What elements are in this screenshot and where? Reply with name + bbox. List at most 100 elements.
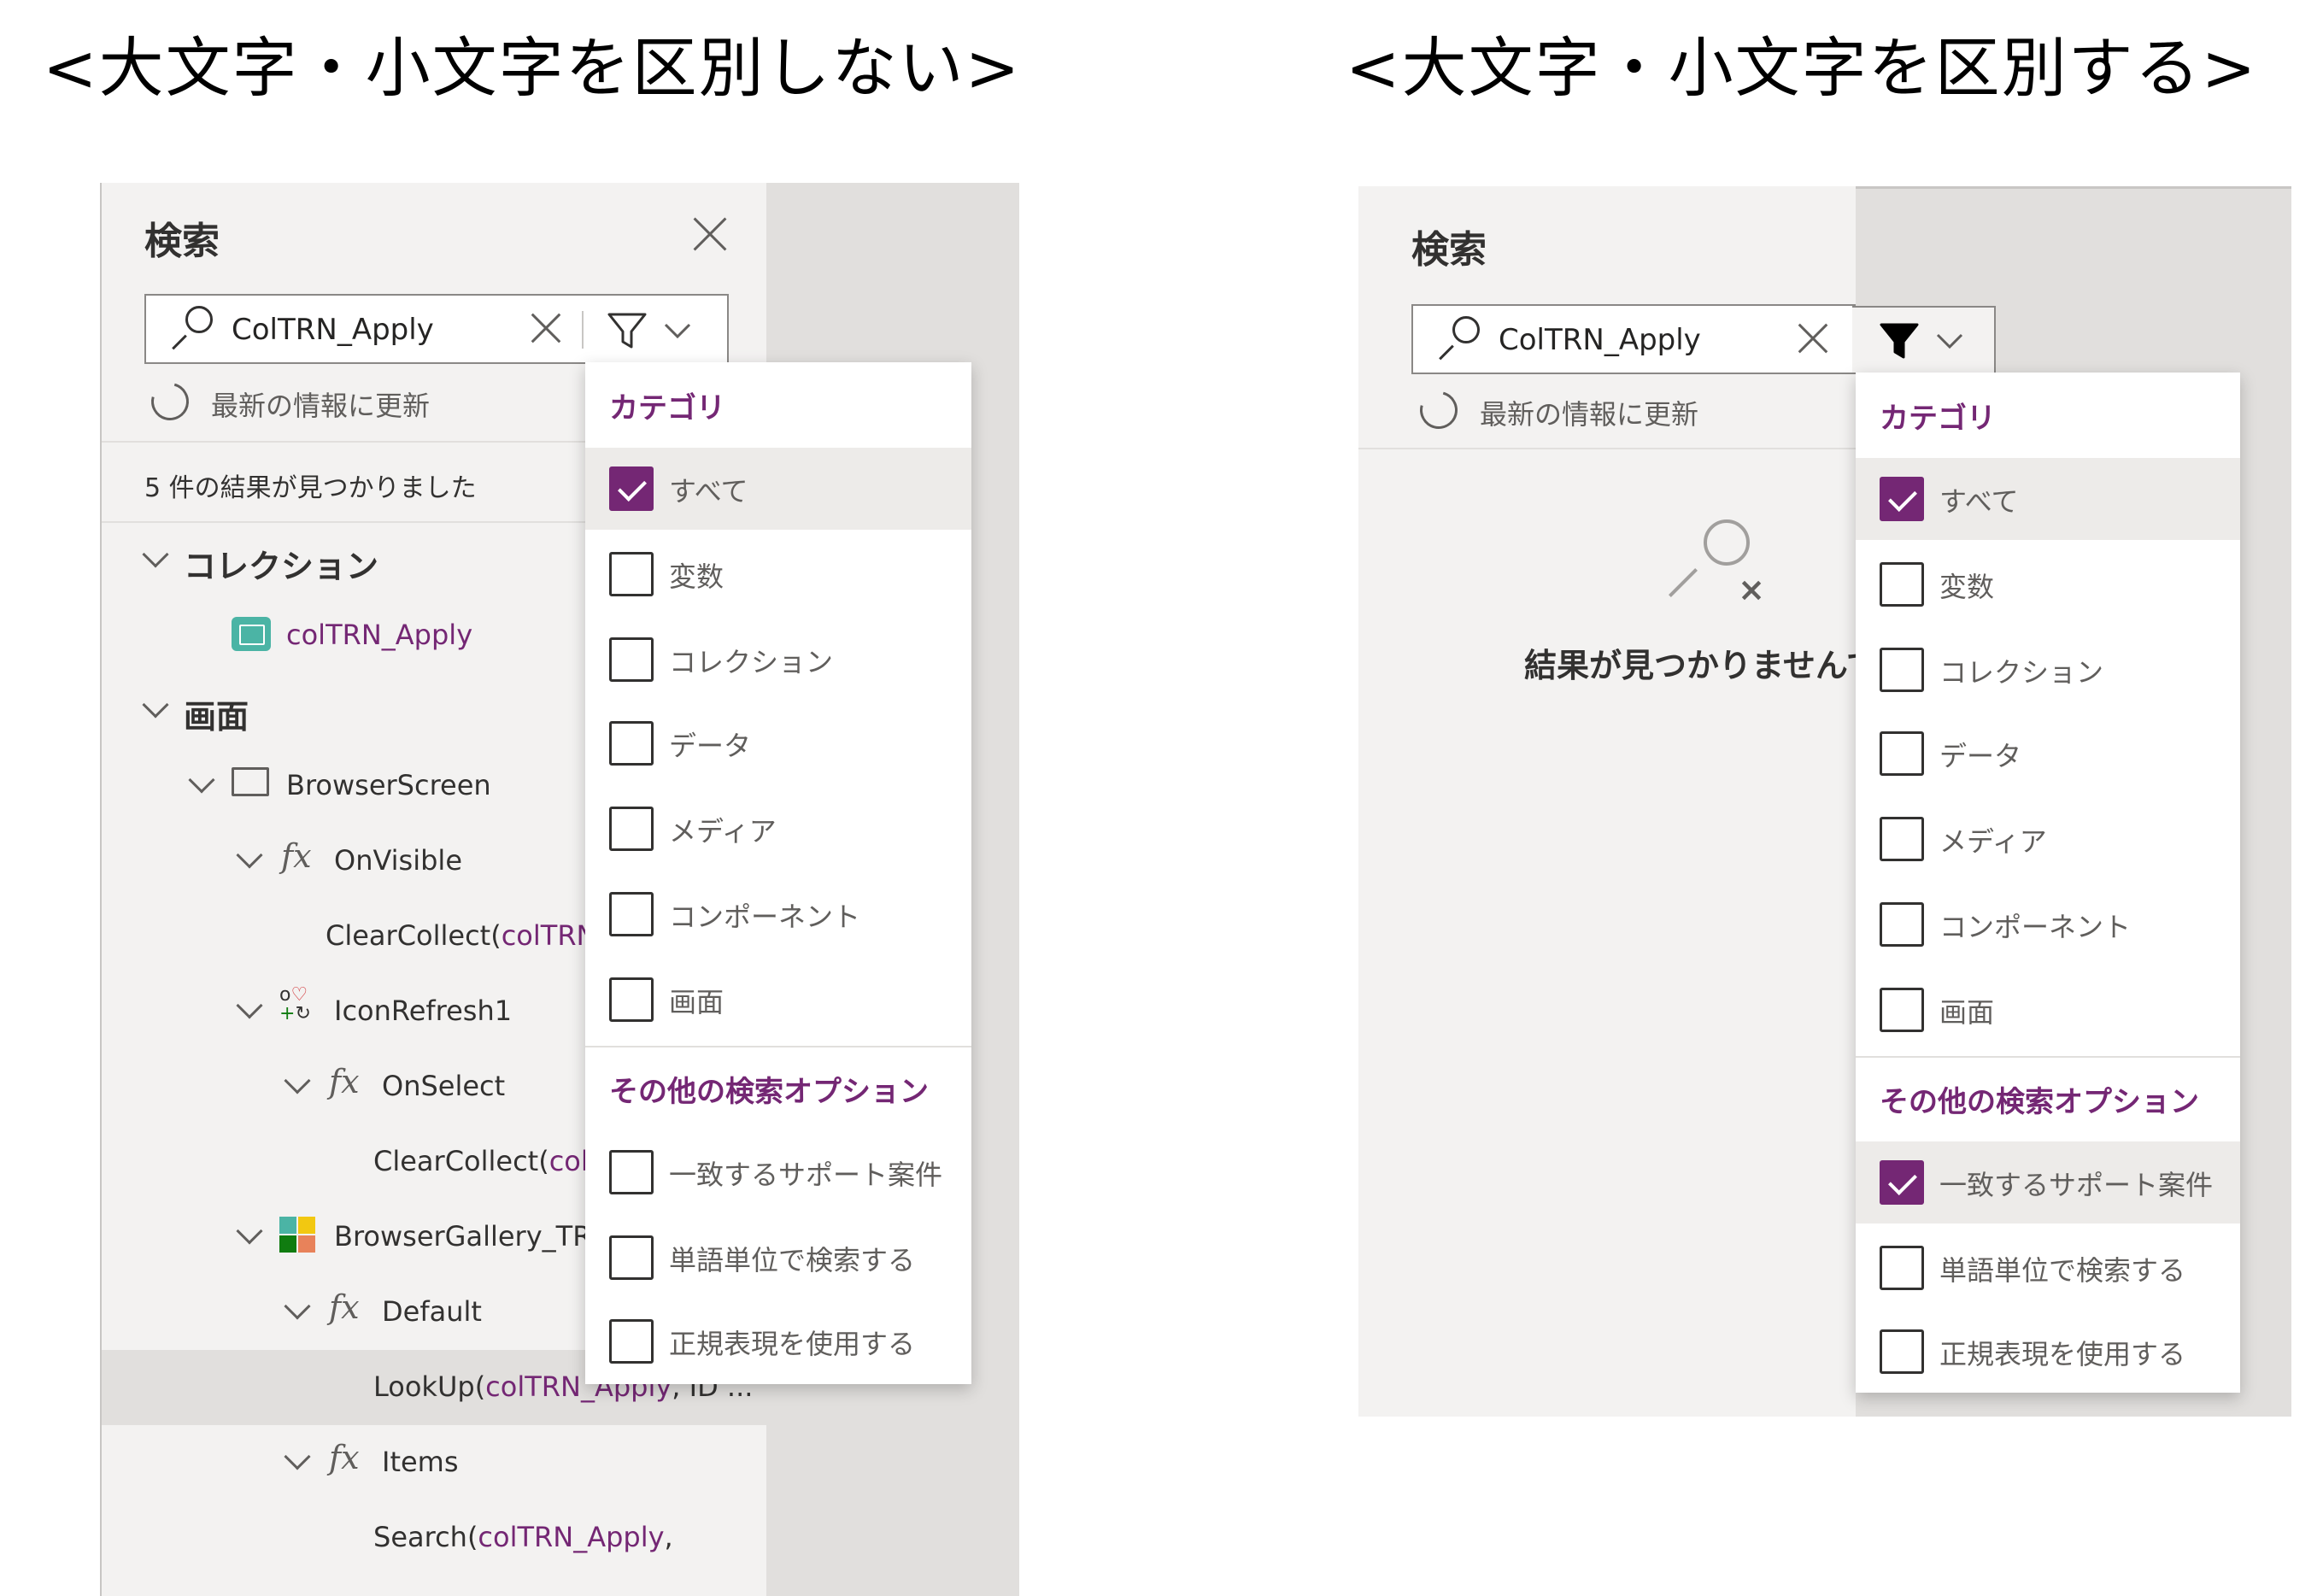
- option-label: データ: [1939, 740, 2022, 772]
- option-match-case[interactable]: 一致するサポート案件: [585, 1131, 971, 1213]
- formula-text: LookUp(: [373, 1370, 486, 1403]
- chevron-down-icon: [236, 842, 263, 869]
- formula-text: ClearCollect(: [326, 919, 502, 952]
- divider: [1856, 1056, 2240, 1058]
- checkbox[interactable]: [609, 552, 654, 596]
- category-header: カテゴリ: [1880, 402, 1996, 436]
- divider: [585, 1046, 971, 1047]
- fx-icon: fx: [329, 1063, 360, 1100]
- filter-option-all[interactable]: すべて: [1856, 458, 2240, 540]
- option-match-case[interactable]: 一致するサポート案件: [1856, 1141, 2240, 1223]
- fx-icon: fx: [329, 1439, 360, 1476]
- tree-label: colTRN_Apply: [286, 619, 473, 651]
- tree-label: BrowserScreen: [286, 769, 491, 801]
- formula-text: ClearCollect(: [373, 1145, 549, 1177]
- refresh-label: 最新の情報に更新: [211, 390, 431, 422]
- filter-option-variables[interactable]: 変数: [1856, 543, 2240, 625]
- search-input[interactable]: ColTRN_Apply: [144, 294, 729, 364]
- option-label: コンポーネント: [1939, 911, 2132, 943]
- tree-item-formula[interactable]: Search(colTRN_Apply,: [102, 1500, 766, 1575]
- option-regex[interactable]: 正規表現を使用する: [1856, 1311, 2240, 1393]
- filter-option-media[interactable]: メディア: [585, 788, 971, 870]
- filter-icon: [607, 313, 691, 349]
- option-whole-word[interactable]: 単語単位で検索する: [585, 1217, 971, 1299]
- checkbox[interactable]: [609, 1150, 654, 1194]
- filter-option-collections[interactable]: コレクション: [585, 619, 971, 701]
- close-icon[interactable]: [693, 217, 727, 251]
- no-results-icon: ×: [1663, 519, 1765, 613]
- screen-icon: [232, 767, 269, 796]
- tree-label: OnSelect: [382, 1070, 506, 1102]
- checkbox[interactable]: [1880, 562, 1924, 607]
- refresh-icon: [1412, 384, 1465, 437]
- checkbox-checked[interactable]: [609, 466, 654, 511]
- checkbox[interactable]: [609, 1319, 654, 1364]
- checkbox[interactable]: [609, 892, 654, 936]
- option-label: 一致するサポート案件: [669, 1159, 943, 1191]
- search-value: ColTRN_Apply: [1499, 323, 1701, 357]
- clear-search-icon[interactable]: [531, 313, 561, 343]
- clear-search-icon[interactable]: [1798, 323, 1828, 354]
- filter-option-all[interactable]: すべて: [585, 448, 971, 530]
- filter-button-active[interactable]: [1852, 306, 1996, 374]
- chevron-down-icon: [142, 691, 169, 719]
- divider: [102, 441, 597, 443]
- checkbox[interactable]: [609, 637, 654, 682]
- options-header: その他の検索オプション: [609, 1075, 929, 1109]
- chevron-down-icon: [236, 992, 263, 1019]
- checkbox[interactable]: [1880, 648, 1924, 692]
- checkbox[interactable]: [1880, 902, 1924, 947]
- chevron-down-icon: [236, 1218, 263, 1245]
- tree-label: IconRefresh1: [334, 995, 513, 1027]
- checkbox[interactable]: [1880, 1246, 1924, 1290]
- checkbox-checked[interactable]: [1880, 1160, 1924, 1205]
- filter-option-media[interactable]: メディア: [1856, 798, 2240, 880]
- filter-option-data[interactable]: データ: [585, 702, 971, 784]
- refresh-link[interactable]: 最新の情報に更新: [1412, 384, 1847, 437]
- chevron-down-icon: [284, 1293, 311, 1320]
- filter-option-data[interactable]: データ: [1856, 713, 2240, 795]
- tree-item-items[interactable]: fx Items: [102, 1425, 766, 1500]
- option-label: 一致するサポート案件: [1939, 1169, 2214, 1201]
- filter-option-components[interactable]: コンポーネント: [1856, 883, 2240, 965]
- option-whole-word[interactable]: 単語単位で検索する: [1856, 1227, 2240, 1309]
- option-label: コンポーネント: [669, 901, 861, 933]
- option-label: メディア: [1939, 825, 2047, 858]
- checkbox[interactable]: [609, 1235, 654, 1280]
- filter-dropdown-left: カテゴリ すべて 変数 コレクション データ メディア コンポーネント 画面 そ…: [585, 362, 971, 1384]
- checkbox[interactable]: [1880, 988, 1924, 1032]
- options-header: その他の検索オプション: [1880, 1085, 2199, 1119]
- option-label: 変数: [1939, 571, 1995, 603]
- result-count: 5 件の結果が見つかりました: [144, 473, 477, 503]
- formula-match: colTRN_Apply: [478, 1521, 665, 1553]
- filter-option-components[interactable]: コンポーネント: [585, 873, 971, 955]
- checkbox[interactable]: [1880, 1329, 1924, 1374]
- checkbox-checked[interactable]: [1880, 477, 1924, 521]
- refresh-link[interactable]: 最新の情報に更新: [144, 375, 578, 428]
- filter-button[interactable]: [606, 304, 717, 355]
- fx-icon: fx: [329, 1288, 360, 1326]
- search-panel-right: 検索 ColTRN_Apply 最新の情報に更新 × 結果が見つかりませんでし: [1358, 186, 1856, 1417]
- category-header: カテゴリ: [609, 391, 725, 425]
- icons-icon: o♡ +↻: [279, 984, 311, 1024]
- filter-option-collections[interactable]: コレクション: [1856, 629, 2240, 711]
- checkbox[interactable]: [609, 721, 654, 766]
- checkbox[interactable]: [1880, 817, 1924, 861]
- option-regex[interactable]: 正規表現を使用する: [585, 1300, 971, 1382]
- filter-option-variables[interactable]: 変数: [585, 533, 971, 615]
- search-input[interactable]: ColTRN_Apply: [1411, 304, 1856, 374]
- option-label: データ: [669, 730, 752, 762]
- filter-dropdown-right: カテゴリ すべて 変数 コレクション データ メディア コンポーネント 画面 そ…: [1856, 373, 2240, 1393]
- checkbox[interactable]: [1880, 731, 1924, 776]
- option-label: コレクション: [669, 646, 834, 678]
- no-results-text: 結果が見つかりませんでし: [1524, 647, 1856, 684]
- option-label: すべて: [1939, 485, 2019, 518]
- chevron-down-icon: [284, 1067, 311, 1094]
- checkbox[interactable]: [609, 807, 654, 851]
- filter-option-screens[interactable]: 画面: [1856, 969, 2240, 1051]
- option-label: 正規表現を使用する: [669, 1328, 916, 1360]
- tree-label: コレクション: [184, 548, 379, 585]
- search-icon: [1432, 313, 1483, 364]
- filter-option-screens[interactable]: 画面: [585, 959, 971, 1041]
- checkbox[interactable]: [609, 977, 654, 1022]
